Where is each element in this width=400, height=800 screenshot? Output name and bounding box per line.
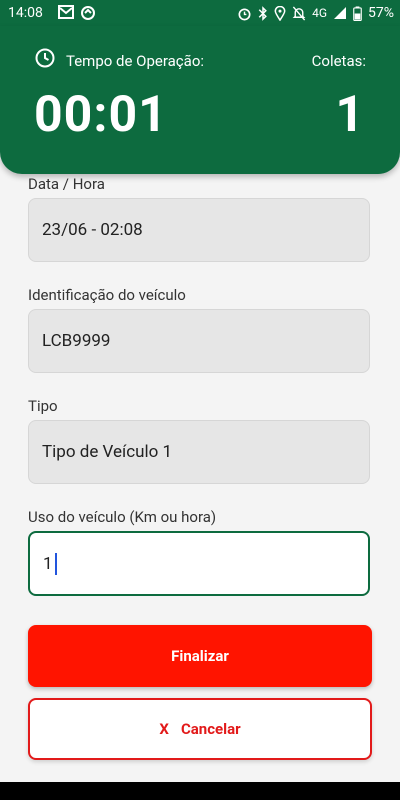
battery-level: 57%: [368, 5, 394, 21]
finish-button-label: Finalizar: [171, 647, 229, 665]
close-icon: X: [159, 720, 169, 738]
operation-time-label: Tempo de Operação:: [66, 52, 205, 70]
status-time: 14:08: [8, 5, 43, 21]
datetime-value: 23/06 - 02:08: [42, 220, 143, 240]
datetime-label: Data / Hora: [28, 175, 105, 193]
system-icons: 4G 57%: [237, 5, 394, 21]
datetime-field: 23/06 - 02:08: [28, 198, 370, 262]
bluetooth-icon: [258, 5, 267, 21]
type-field: Tipo de Veículo 1: [28, 420, 370, 484]
operation-time-value: 00:01: [34, 86, 168, 144]
navigation-bar: [0, 782, 400, 800]
usage-label: Uso do veículo (Km ou hora): [28, 508, 217, 526]
clock-icon: [35, 48, 55, 68]
cancel-button-label: Cancelar: [180, 720, 241, 738]
type-value: Tipo de Veículo 1: [42, 442, 173, 462]
mail-icon: [58, 5, 74, 19]
battery-icon: [353, 5, 362, 21]
network-type: 4G: [312, 6, 327, 20]
alarm-icon: [238, 7, 251, 20]
status-bar: 14:08 4G 57%: [0, 0, 400, 26]
collections-label: Coletas:: [311, 52, 366, 70]
location-icon: [274, 5, 286, 21]
cancel-button[interactable]: X Cancelar: [28, 698, 372, 760]
circle-app-icon: [81, 6, 95, 20]
notification-icons: [58, 5, 96, 21]
signal-icon: [334, 7, 346, 19]
usage-input[interactable]: 1: [28, 531, 370, 596]
vehicle-id-field: LCB9999: [28, 309, 370, 373]
vehicle-id-value: LCB9999: [42, 331, 111, 351]
operation-header: Tempo de Operação: Coletas: 00:01 1: [0, 26, 400, 174]
finish-button[interactable]: Finalizar: [28, 625, 372, 687]
type-label: Tipo: [28, 397, 58, 415]
usage-value: 1: [43, 553, 53, 574]
vehicle-id-label: Identificação do veículo: [28, 286, 186, 304]
collections-count: 1: [335, 86, 364, 144]
notifications-off-icon: [292, 5, 306, 21]
text-cursor: [54, 552, 57, 575]
